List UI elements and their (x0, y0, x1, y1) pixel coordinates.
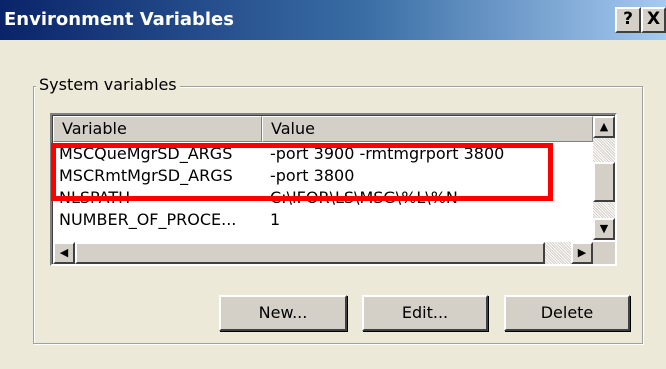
list-inner: Variable Value MSCQueMgrSD_ARGS -port 39… (52, 115, 615, 264)
variable-cell: NLSPATH (59, 188, 131, 207)
variable-cell: MSCQueMgrSD_ARGS (59, 144, 233, 163)
vertical-scroll-thumb[interactable] (593, 162, 615, 202)
table-row[interactable]: NLSPATH C:\IFOR\LS\MSG\%L\%N (53, 187, 593, 209)
window-title: Environment Variables (4, 9, 234, 30)
edit-button[interactable]: Edit... (362, 295, 488, 331)
value-cell: 1 (270, 210, 281, 229)
scroll-down-arrow-icon[interactable]: ▼ (593, 218, 615, 240)
horizontal-scrollbar[interactable]: ◀ ▶ (53, 242, 593, 264)
system-variables-label: System variables (36, 75, 180, 94)
variable-cell: NUMBER_OF_PROCE... (59, 210, 237, 229)
scroll-up-arrow-icon[interactable]: ▲ (593, 116, 615, 138)
table-row[interactable]: MSCQueMgrSD_ARGS -port 3900 -rmtmgrport … (53, 143, 593, 165)
value-cell: C:\IFOR\LS\MSG\%L\%N (270, 188, 458, 207)
scroll-left-arrow-icon[interactable]: ◀ (53, 242, 75, 264)
scrollbar-corner (593, 242, 615, 264)
delete-button[interactable]: Delete (504, 295, 630, 331)
list-header: Variable Value (53, 116, 593, 142)
column-header-variable[interactable]: Variable (53, 116, 262, 142)
horizontal-scroll-thumb[interactable] (75, 242, 545, 264)
variable-cell: MSCRmtMgrSD_ARGS (59, 166, 233, 185)
table-row[interactable]: NUMBER_OF_PROCE... 1 (53, 209, 593, 231)
value-cell: -port 3900 -rmtmgrport 3800 (270, 144, 505, 163)
vertical-scrollbar[interactable]: ▲ ▼ (593, 116, 615, 240)
new-button[interactable]: New... (219, 295, 347, 331)
help-button[interactable]: ? (615, 7, 641, 33)
environment-variables-dialog: Environment Variables ? X System variabl… (0, 0, 666, 369)
title-bar[interactable]: Environment Variables ? X (0, 0, 666, 40)
table-row[interactable]: MSCRmtMgrSD_ARGS -port 3800 (53, 165, 593, 187)
column-header-value[interactable]: Value (262, 116, 593, 142)
scroll-right-arrow-icon[interactable]: ▶ (571, 242, 593, 264)
system-variables-list[interactable]: Variable Value MSCQueMgrSD_ARGS -port 39… (50, 113, 617, 266)
close-button[interactable]: X (641, 7, 666, 33)
value-cell: -port 3800 (270, 166, 355, 185)
